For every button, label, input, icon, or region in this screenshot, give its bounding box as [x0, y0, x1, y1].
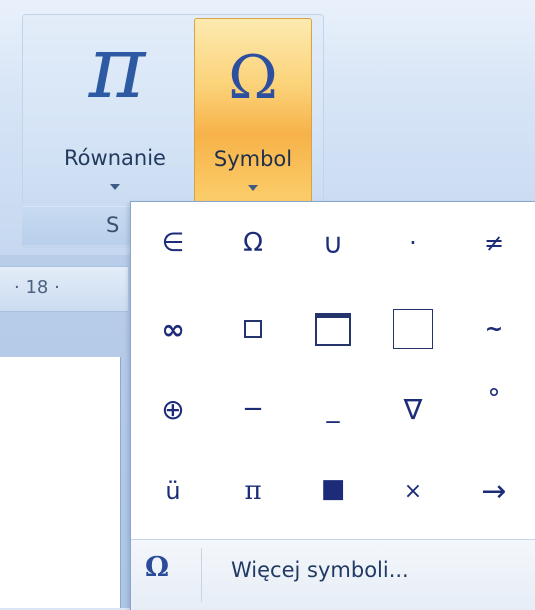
symbol-cell[interactable]: ü: [131, 450, 215, 532]
symbol-cell[interactable]: [291, 288, 375, 370]
symbol-cell[interactable]: ≠: [452, 202, 535, 284]
group-caption-label: S: [106, 213, 120, 237]
symbol-button[interactable]: Ω Symbol: [194, 18, 312, 206]
title-box-icon: [315, 312, 351, 346]
symbol-cell[interactable]: →: [452, 450, 535, 532]
symbol-cell[interactable]: ■: [291, 448, 375, 530]
symbol-cell[interactable]: ∈: [131, 202, 215, 284]
pi-icon: π: [88, 18, 146, 118]
omega-icon: Ω: [228, 43, 278, 113]
symbol-cell[interactable]: ∇: [371, 368, 455, 450]
symbol-grid: ∈ Ω ∪ · ≠ ∞ ~ ⊕ − _ ∇ ° ü π ■ × →: [131, 202, 535, 532]
dropdown-arrow-icon: [110, 184, 120, 190]
symbol-cell[interactable]: π: [211, 450, 295, 532]
dropdown-arrow-icon: [248, 185, 258, 191]
symbol-cell[interactable]: ×: [371, 450, 455, 532]
symbol-cell[interactable]: [371, 288, 455, 370]
symbol-cell[interactable]: °: [452, 358, 535, 440]
ruler-label: · 18 ·: [14, 277, 60, 298]
symbol-cell[interactable]: ∞: [131, 288, 215, 370]
separator: [201, 548, 202, 602]
symbol-cell[interactable]: ∪: [291, 202, 375, 284]
symbol-gallery-popup: ∈ Ω ∪ · ≠ ∞ ~ ⊕ − _ ∇ ° ü π ■ × → Ω Więc…: [130, 201, 535, 610]
more-symbols-button[interactable]: Ω Więcej symboli...: [131, 539, 535, 610]
equation-button-label: Równanie: [64, 146, 166, 170]
more-symbols-label: Więcej symboli...: [231, 558, 409, 582]
symbol-cell[interactable]: ⊕: [131, 368, 215, 450]
symbol-cell[interactable]: −: [211, 368, 295, 450]
symbol-cell[interactable]: _: [291, 368, 375, 450]
equation-button[interactable]: π Równanie: [36, 18, 194, 202]
symbol-button-label: Symbol: [213, 147, 293, 171]
ruler: · 18 ·: [0, 266, 128, 312]
omega-icon: Ω: [145, 552, 170, 583]
symbol-cell[interactable]: [211, 288, 295, 370]
symbol-cell[interactable]: ·: [371, 202, 455, 284]
large-square-icon: [393, 309, 433, 349]
symbol-cell[interactable]: Ω: [211, 202, 295, 284]
small-square-icon: [244, 320, 262, 338]
document-page[interactable]: [0, 357, 121, 608]
